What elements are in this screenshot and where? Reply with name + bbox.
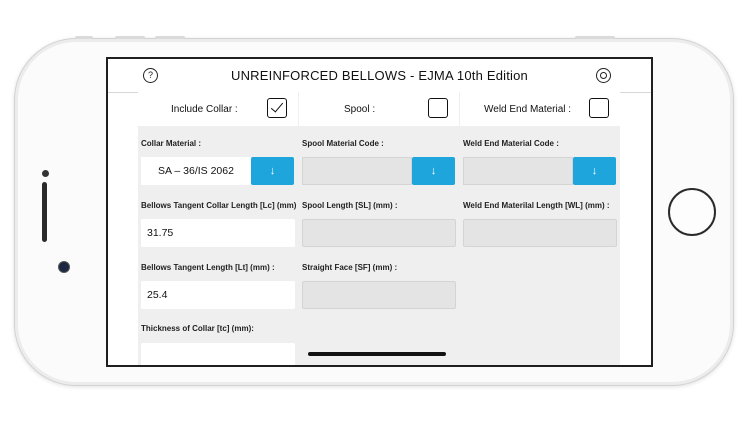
weld-end-checkbox[interactable] xyxy=(589,98,609,118)
home-indicator[interactable] xyxy=(308,352,446,356)
spool-material-select[interactable] xyxy=(302,157,412,185)
proximity-sensor xyxy=(42,170,49,177)
weld-end-column: Weld End Material : Weld End Material Co… xyxy=(460,92,620,365)
spool-material-code-label: Spool Material Code : xyxy=(302,139,384,148)
tangent-length-input[interactable]: 25.4 xyxy=(141,281,295,309)
front-camera xyxy=(58,261,70,273)
include-collar-row: Include Collar : xyxy=(138,92,298,126)
home-button[interactable] xyxy=(668,188,716,236)
spool-label: Spool : xyxy=(344,104,376,115)
include-collar-checkbox[interactable] xyxy=(267,98,287,118)
collar-material-select[interactable]: SA – 36/IS 2062 xyxy=(141,157,251,185)
app-header: ? UNREINFORCED BELLOWS - EJMA 10th Editi… xyxy=(108,59,651,93)
spool-length-input[interactable] xyxy=(302,219,456,247)
help-icon[interactable]: ? xyxy=(143,68,158,83)
volume-down-button xyxy=(155,36,185,39)
weld-end-material-dropdown-button[interactable]: ↓ xyxy=(573,157,616,185)
weld-end-row: Weld End Material : xyxy=(460,92,620,126)
app-screen: ? UNREINFORCED BELLOWS - EJMA 10th Editi… xyxy=(106,57,653,367)
mute-switch xyxy=(75,36,93,39)
spool-material-dropdown-button[interactable]: ↓ xyxy=(412,157,455,185)
power-button xyxy=(575,36,615,39)
include-collar-label: Include Collar : xyxy=(171,104,238,115)
spool-checkbox[interactable] xyxy=(428,98,448,118)
volume-up-button xyxy=(115,36,145,39)
earpiece-speaker xyxy=(42,182,47,242)
tangent-length-label: Bellows Tangent Length [Lt] (mm) : xyxy=(141,263,275,272)
spool-column: Spool : Spool Material Code : ↓ Spool Le… xyxy=(299,92,459,365)
page-title: UNREINFORCED BELLOWS - EJMA 10th Edition xyxy=(231,68,528,83)
collar-thickness-label: Thickness of Collar [tc] (mm): xyxy=(141,324,254,333)
spool-row: Spool : xyxy=(299,92,459,126)
weld-end-length-label: Weld End Materilal Length [WL] (mm) : xyxy=(463,201,610,210)
weld-end-material-code-label: Weld End Material Code : xyxy=(463,139,559,148)
collar-material-label: Collar Material : xyxy=(141,139,202,148)
collar-column: Include Collar : Collar Material : SA – … xyxy=(138,92,302,365)
form-content: Include Collar : Collar Material : SA – … xyxy=(138,92,620,365)
settings-icon[interactable] xyxy=(596,68,611,83)
weld-end-length-input[interactable] xyxy=(463,219,617,247)
straight-face-label: Straight Face [SF] (mm) : xyxy=(302,263,398,272)
weld-end-material-select[interactable] xyxy=(463,157,573,185)
collar-thickness-input[interactable] xyxy=(141,343,295,365)
tangent-collar-length-label: Bellows Tangent Collar Length [Lc] (mm) … xyxy=(141,201,302,210)
spool-length-label: Spool Length [SL] (mm) : xyxy=(302,201,398,210)
straight-face-input[interactable] xyxy=(302,281,456,309)
tangent-collar-length-input[interactable]: 31.75 xyxy=(141,219,295,247)
weld-end-material-label: Weld End Material : xyxy=(484,104,572,115)
collar-material-dropdown-button[interactable]: ↓ xyxy=(251,157,294,185)
